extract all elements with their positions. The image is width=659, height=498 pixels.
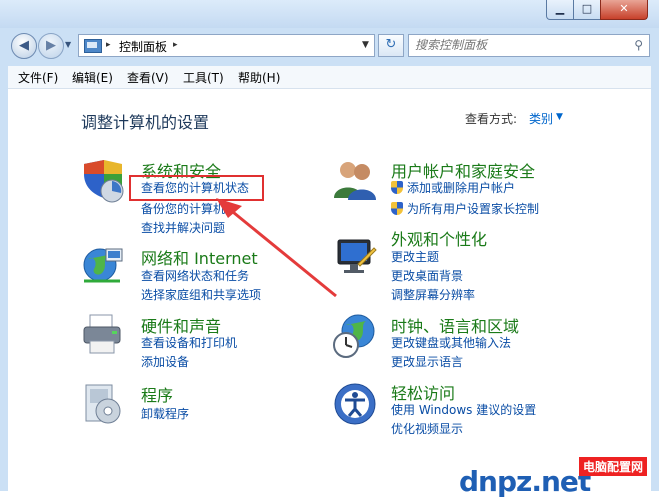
maximize-button[interactable]: □ <box>573 0 601 20</box>
menu-view[interactable]: 查看(V) <box>127 69 169 86</box>
clock-globe-icon[interactable] <box>332 313 378 359</box>
link-change-theme[interactable]: 更改主题 <box>391 248 439 265</box>
view-by-label: 查看方式: <box>465 112 518 126</box>
printer-icon[interactable] <box>80 311 126 357</box>
globe-network-icon[interactable] <box>80 241 126 287</box>
menu-bar: 文件(F) 编辑(E) 查看(V) 工具(T) 帮助(H) <box>8 66 651 89</box>
watermark-logo: dnpz.net <box>459 465 591 498</box>
search-box[interactable]: ⚲ <box>408 34 650 57</box>
window-frame: ▁ □ ✕ ◀ ▶ ▼ ▸ 控制面板 ▸ ▼ ↻ ⚲ 文件(F) 编辑(E) 查… <box>0 0 659 498</box>
control-panel-icon <box>84 39 102 53</box>
shield-icon[interactable] <box>80 158 126 204</box>
category-title-appearance[interactable]: 外观和个性化 <box>391 226 487 250</box>
minimize-button[interactable]: ▁ <box>546 0 574 20</box>
programs-icon[interactable] <box>80 381 126 427</box>
content-area: 调整计算机的设置 查看方式: 类别 ▼ 系统和安全 查看您的计算机状态 备份您的… <box>8 89 651 498</box>
link-change-background[interactable]: 更改桌面背景 <box>391 267 463 284</box>
close-button[interactable]: ✕ <box>600 0 648 20</box>
annotation-arrow <box>216 198 337 298</box>
view-by-dropdown[interactable]: 类别 <box>529 110 553 127</box>
link-keyboard-input[interactable]: 更改键盘或其他输入法 <box>391 334 511 351</box>
ease-of-access-icon[interactable] <box>332 381 378 427</box>
link-devices-printers[interactable]: 查看设备和打印机 <box>141 334 237 351</box>
menu-help[interactable]: 帮助(H) <box>238 69 280 86</box>
link-parental-controls[interactable]: 为所有用户设置家长控制 <box>407 200 539 217</box>
menu-tools[interactable]: 工具(T) <box>183 69 224 86</box>
category-title-programs[interactable]: 程序 <box>141 382 173 406</box>
breadcrumb-separator[interactable]: ▸ <box>173 40 178 50</box>
title-bar[interactable]: ▁ □ ✕ <box>0 0 659 28</box>
refresh-button[interactable]: ↻ <box>378 34 404 57</box>
menu-edit[interactable]: 编辑(E) <box>72 69 113 86</box>
navigation-bar: ◀ ▶ ▼ ▸ 控制面板 ▸ ▼ ↻ ⚲ <box>0 28 659 62</box>
address-bar[interactable]: ▸ 控制面板 ▸ ▼ <box>78 34 375 57</box>
recent-pages-dropdown[interactable]: ▼ <box>65 40 71 49</box>
link-screen-resolution[interactable]: 调整屏幕分辨率 <box>391 286 475 303</box>
watermark: dnpz.net 电脑配置网 <box>459 457 647 498</box>
breadcrumb-control-panel[interactable]: 控制面板 <box>119 38 167 55</box>
address-dropdown-icon[interactable]: ▼ <box>362 40 369 50</box>
watermark-brand: 电脑配置网 <box>578 457 647 476</box>
link-add-remove-accounts[interactable]: 添加或删除用户帐户 <box>407 179 515 196</box>
link-uninstall-program[interactable]: 卸载程序 <box>141 405 189 422</box>
page-title: 调整计算机的设置 <box>81 113 210 132</box>
back-button[interactable]: ◀ <box>11 33 37 59</box>
menu-file[interactable]: 文件(F) <box>18 69 58 86</box>
chevron-down-icon[interactable]: ▼ <box>556 112 563 122</box>
uac-shield-icon <box>391 202 403 215</box>
uac-shield-icon <box>391 181 403 194</box>
breadcrumb-separator[interactable]: ▸ <box>106 40 111 50</box>
search-icon[interactable]: ⚲ <box>634 38 643 52</box>
link-windows-recommended[interactable]: 使用 Windows 建议的设置 <box>391 401 536 418</box>
link-add-device[interactable]: 添加设备 <box>141 353 189 370</box>
search-input[interactable] <box>415 37 625 53</box>
forward-button[interactable]: ▶ <box>38 33 64 59</box>
link-optimize-display[interactable]: 优化视频显示 <box>391 420 463 437</box>
link-display-language[interactable]: 更改显示语言 <box>391 353 463 370</box>
